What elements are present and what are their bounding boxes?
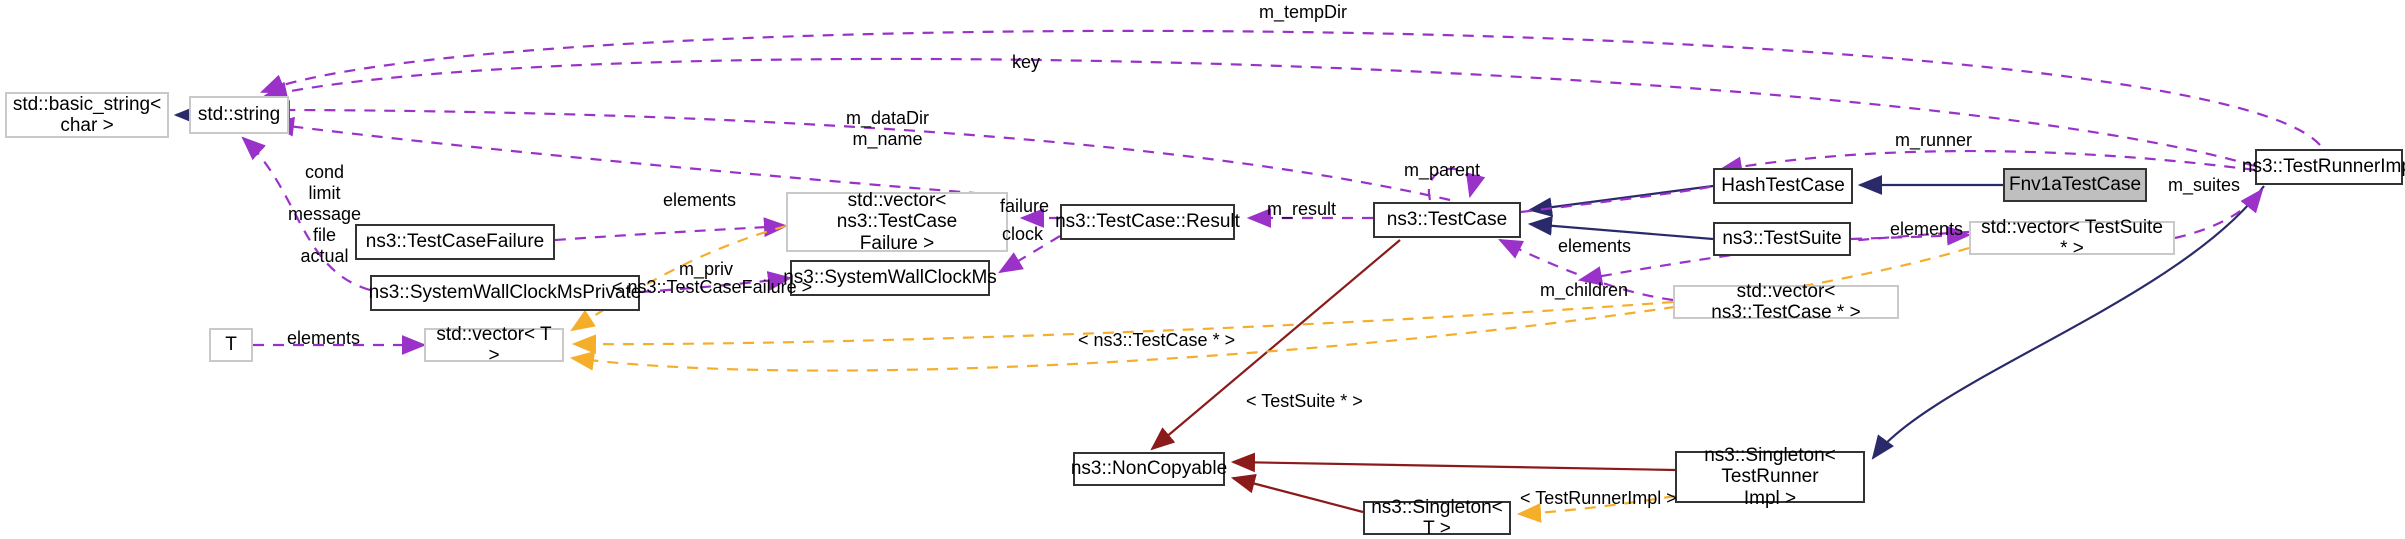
edge-label-m_dataDir: m_dataDir m_name (846, 108, 930, 149)
edge-runner-m-suites (2174, 188, 2264, 240)
edge-tempdir-to-string (259, 29, 2321, 146)
edge-label-m_children: m_children (1540, 280, 1629, 300)
class-node-testcase[interactable]: ns3::TestCase (1373, 202, 1521, 238)
edge-label-tcf_bind: < ns3::TestCaseFailure > (612, 277, 813, 297)
edge-label-m_suites: m_suites (2168, 175, 2241, 195)
class-node-singleton_T[interactable]: ns3::Singleton< T > (1363, 497, 1511, 539)
edge-label-m_runner: m_runner (1895, 130, 1973, 150)
class-node-fnv1a[interactable]: Fnv1aTestCase (2003, 168, 2147, 202)
class-node-syswallprivate[interactable]: ns3::SystemWallClockMsPrivate (369, 275, 641, 311)
class-node-testsuite[interactable]: ns3::TestSuite (1713, 222, 1851, 256)
class-node-vec_testcase[interactable]: std::vector< ns3::TestCase * > (1673, 281, 1899, 323)
class-node-vec_tcfailure[interactable]: std::vector< ns3::TestCase Failure > (786, 190, 1008, 254)
class-node-vec_T[interactable]: std::vector< T > (424, 324, 564, 366)
class-node-string[interactable]: std::string (189, 96, 289, 134)
edge-label-tc_ptr_bind: < ns3::TestCase * > (1078, 330, 1236, 350)
edge-label-key: key (1012, 52, 1041, 72)
edge-singleton-tri-to-noncopyable (1230, 452, 1676, 473)
edge-label-elements_tcf: elements (663, 190, 737, 210)
edge-label-m_tempDir: m_tempDir (1259, 2, 1348, 22)
class-node-singleton_tri[interactable]: ns3::Singleton< TestRunner Impl > (1675, 445, 1865, 509)
class-node-syswallms[interactable]: ns3::SystemWallClockMs (783, 260, 997, 296)
edge-label-clock: clock (1002, 224, 1044, 244)
edge-label-m_result: m_result (1267, 199, 1337, 219)
edge-vector-tcfailure-to-testcasefailure-rev (554, 217, 789, 242)
class-node-hashtestcase[interactable]: HashTestCase (1713, 168, 1853, 204)
edge-label-elements_ts: elements (1890, 219, 1964, 239)
edge-label-m_parent: m_parent (1404, 160, 1481, 180)
edge-hashtestcase-to-testcase (1527, 184, 1714, 217)
class-node-T[interactable]: T (209, 328, 253, 362)
class-node-result[interactable]: ns3::TestCase::Result (1055, 204, 1240, 240)
edge-singleton-T-to-noncopyable (1230, 473, 1364, 514)
class-node-noncopyable[interactable]: ns3::NonCopyable (1071, 452, 1227, 486)
edge-label-ts_ptr_bind: < TestSuite * > (1246, 391, 1363, 411)
class-node-testrunnerimpl[interactable]: ns3::TestRunnerImpl (2242, 149, 2405, 185)
edge-label-failure: failure (1000, 196, 1050, 216)
class-node-basic_string[interactable]: std::basic_string< char > (5, 92, 169, 138)
class-node-vec_testsuite[interactable]: std::vector< TestSuite * > (1969, 217, 2175, 259)
edge-label-cond: cond limit message file actual (288, 162, 362, 266)
edge-label-elements_tc: elements (1558, 236, 1632, 256)
collaboration-diagram: std::basic_string< char > std::stringns3::… (0, 0, 2405, 539)
class-node-testcasefailure[interactable]: ns3::TestCaseFailure (355, 224, 555, 260)
edge-label-tri_bind: < TestRunnerImpl > (1520, 488, 1677, 508)
edge-label-elements_T: elements (287, 328, 361, 348)
